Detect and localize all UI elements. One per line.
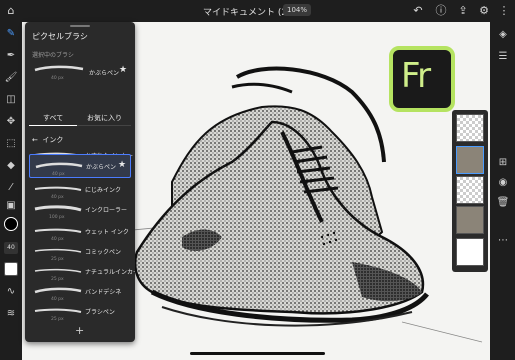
- home-icon[interactable]: ⌂: [3, 3, 19, 19]
- brush-list-item[interactable]: 25 px ブラシペン: [29, 300, 131, 324]
- top-bar: ⌂ マイドキュメント (2) 104% ↶ ⓘ ⇪ ⚙ ⋮: [0, 0, 515, 22]
- color-swatch[interactable]: [4, 217, 18, 231]
- brush-name: ナチュラルインカー: [85, 269, 135, 276]
- brush-size: 40 px: [51, 76, 64, 81]
- brush-name: にじみインク: [85, 187, 122, 194]
- brush-stroke-preview: [34, 205, 82, 212]
- layers-panel: [452, 110, 488, 272]
- logo-text: Fr: [401, 56, 431, 96]
- share-icon[interactable]: ⇪: [455, 3, 471, 19]
- brush-stroke-preview: [34, 287, 82, 294]
- more-icon[interactable]: ⋯: [496, 234, 510, 248]
- brush-tabs: すべて お気に入り: [29, 110, 131, 126]
- vector-brush-icon[interactable]: ✒: [3, 48, 19, 64]
- home-indicator: [190, 352, 325, 355]
- brush-list-item-selected[interactable]: 40 px かぶらペン ★: [29, 154, 131, 178]
- brush-name: バンドデシネ: [85, 289, 122, 296]
- move-icon[interactable]: ✥: [3, 114, 19, 130]
- fresco-logo: Fr: [389, 46, 455, 112]
- pixel-brush-icon[interactable]: ✎: [3, 26, 19, 42]
- brush-name: コミックペン: [85, 249, 122, 256]
- panel-title: ピクセルブラシ: [32, 32, 88, 41]
- select-icon[interactable]: ⬚: [3, 136, 19, 152]
- more-icon[interactable]: ⋮: [496, 3, 512, 19]
- visibility-icon[interactable]: ◉: [496, 176, 510, 190]
- brush-name: インクローラー: [85, 207, 128, 214]
- brush-name: ブラシペン: [85, 309, 115, 316]
- tab-favorites[interactable]: お気に入り: [87, 113, 122, 123]
- brush-stroke-preview: [34, 248, 82, 253]
- delete-icon[interactable]: 🗑: [496, 196, 510, 210]
- layers-icon[interactable]: ◈: [496, 28, 510, 42]
- layer-thumbnail[interactable]: [456, 176, 484, 204]
- brush-stroke-preview: [34, 228, 82, 233]
- brush-name: かぶらペン: [86, 164, 117, 171]
- zoom-level[interactable]: 104%: [283, 4, 312, 16]
- brush-stroke-preview: [35, 162, 83, 169]
- right-toolbar: ◈ ☰ ⊞ ◉ 🗑 ⋯: [490, 22, 515, 360]
- layer-thumbnail-selected[interactable]: [456, 146, 484, 174]
- layer-thumbnail[interactable]: [456, 114, 484, 142]
- undo-icon[interactable]: ↶: [410, 3, 426, 19]
- brush-stroke-preview: [34, 308, 82, 313]
- add-layer-icon[interactable]: ⊞: [496, 156, 510, 170]
- fresco-app: ⌂ マイドキュメント (2) 104% ↶ ⓘ ⇪ ⚙ ⋮ ✎ ✒ 🖌 ◫ ✥ …: [0, 0, 515, 360]
- brush-name: ウェット インク: [85, 229, 129, 236]
- brush-stroke-preview: [34, 186, 82, 191]
- brush-panel: ピクセルブラシ 選択中のブラシ 40 px かぶらペン ★ すべて お気に入り …: [25, 22, 135, 342]
- layer-properties-icon[interactable]: ☰: [496, 50, 510, 64]
- panel-handle[interactable]: [70, 25, 90, 27]
- fill-icon[interactable]: ◆: [3, 158, 19, 174]
- brush-size: 25 px: [51, 317, 64, 322]
- favorite-star-icon[interactable]: ★: [119, 65, 127, 75]
- flow-swatch[interactable]: [4, 262, 18, 276]
- brush-size: 40 px: [52, 172, 65, 177]
- favorite-star-icon[interactable]: ★: [118, 160, 126, 170]
- brush-name: かぶらペン: [89, 70, 120, 77]
- category-label: インク: [42, 136, 64, 144]
- brush-list-item[interactable]: 100 px インクローラー: [29, 198, 131, 222]
- tab-all[interactable]: すべて: [43, 113, 63, 123]
- eyedropper-icon[interactable]: ⁄: [3, 180, 19, 196]
- selected-brush[interactable]: 40 px かぶらペン ★: [29, 58, 131, 88]
- back-arrow-icon[interactable]: ←: [32, 136, 38, 144]
- brush-size-badge[interactable]: 40: [4, 242, 18, 254]
- brush-settings-icon[interactable]: ∿: [3, 284, 19, 300]
- document-title[interactable]: マイドキュメント (2): [203, 5, 291, 18]
- brush-stroke-preview: [34, 268, 82, 273]
- settings-icon[interactable]: ⚙: [476, 3, 492, 19]
- image-icon[interactable]: ▣: [3, 198, 19, 214]
- add-brush-button[interactable]: +: [75, 324, 84, 337]
- left-toolbar: ✎ ✒ 🖌 ◫ ✥ ⬚ ◆ ⁄ ▣ 40 ∿ ≋: [0, 22, 22, 360]
- eraser-icon[interactable]: ◫: [3, 92, 19, 108]
- brush-stroke-preview: [34, 65, 84, 72]
- live-brush-icon[interactable]: 🖌: [3, 70, 19, 86]
- layer-thumbnail[interactable]: [456, 206, 484, 234]
- tool-options-icon[interactable]: ≋: [3, 306, 19, 322]
- layer-thumbnail[interactable]: [456, 238, 484, 266]
- help-icon[interactable]: ⓘ: [433, 3, 449, 19]
- tab-underline: [29, 124, 77, 126]
